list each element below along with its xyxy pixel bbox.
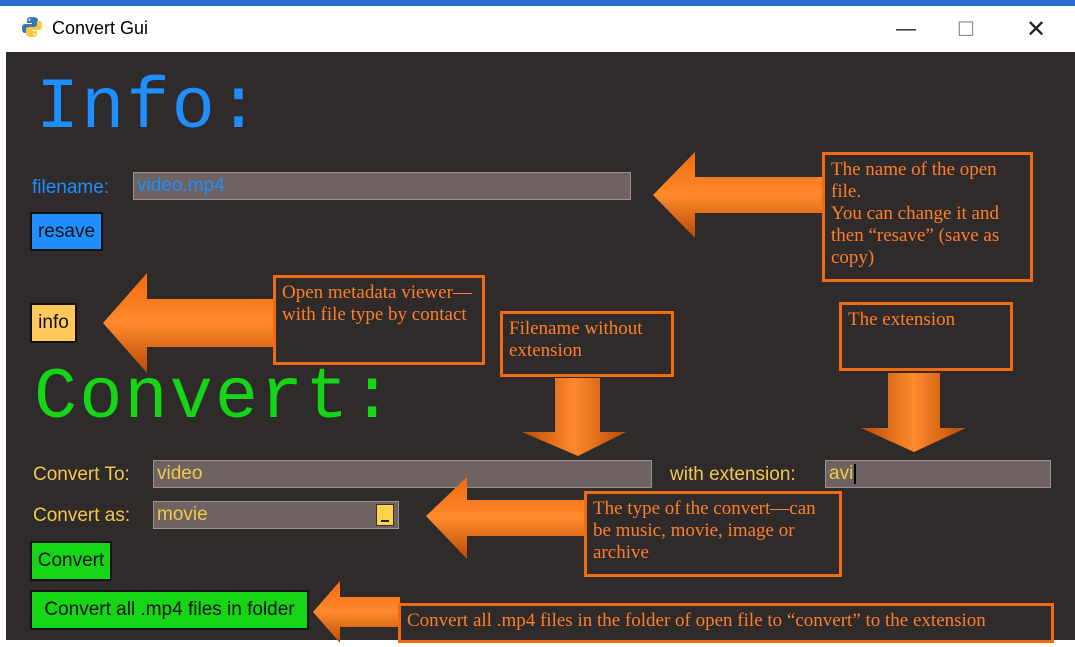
dropdown-arrow-icon[interactable] [376,504,394,526]
convert-button[interactable]: Convert [30,541,112,581]
close-button[interactable]: ✕ [1006,6,1066,52]
extension-value: avi [829,463,854,484]
info-button[interactable]: info [30,303,77,343]
info-heading: Info: [36,67,263,149]
convert-to-input[interactable]: video [153,460,652,488]
filename-without-extension-annotation: Filename without extension [500,311,674,377]
filename-annotation: The name of the open file. You can chang… [822,152,1033,282]
convert-heading: Convert: [34,357,396,439]
minimize-button[interactable]: — [876,6,936,52]
extension-annotation: The extension [839,302,1013,371]
python-logo-icon [22,17,42,37]
extension-input[interactable]: avi [825,460,1051,488]
convert-as-value: movie [157,504,208,525]
extension-label: with extension: [670,464,796,485]
convert-as-label: Convert as: [33,505,131,526]
resave-button[interactable]: resave [30,212,103,251]
text-cursor [854,463,857,484]
convert-as-select[interactable]: movie [153,501,399,529]
filename-input[interactable]: video.mp4 [133,172,631,200]
info-annotation: Open metadata viewer—with file type by c… [273,275,485,365]
maximize-button[interactable]: ☐ [936,6,996,52]
filename-label: filename: [32,177,110,198]
title-bar: Convert Gui — ☐ ✕ [6,6,1075,52]
convert-all-annotation: Convert all .mp4 files in the folder of … [398,603,1054,643]
convert-to-label: Convert To: [33,464,130,485]
convert-all-button[interactable]: Convert all .mp4 files in folder [30,590,309,630]
convert-type-annotation: The type of the convert—can be music, mo… [584,491,842,577]
window-title: Convert Gui [52,18,149,38]
